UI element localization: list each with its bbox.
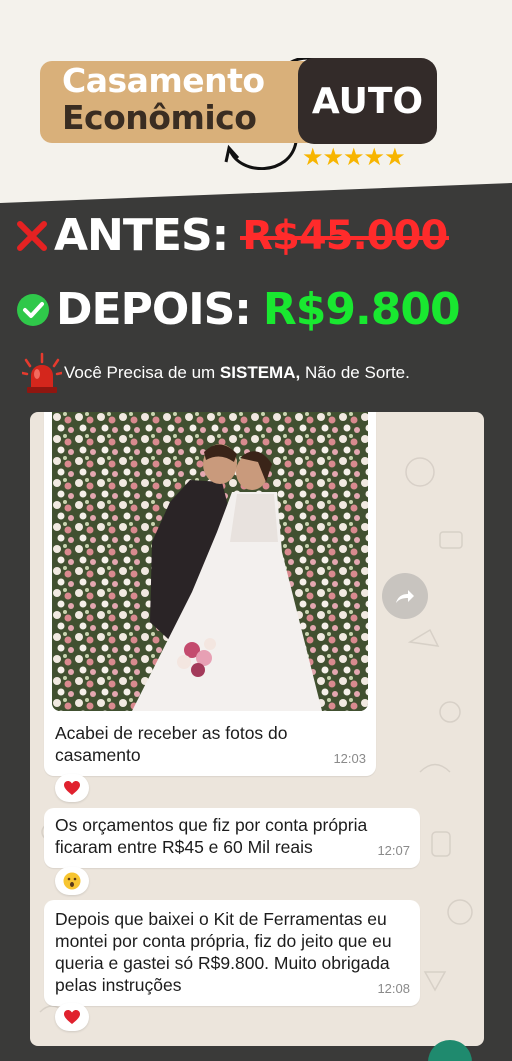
chat-screenshot: Acabei de receber as fotos do casamento … <box>30 412 484 1046</box>
message-text-2: Os orçamentos que fiz por conta própria … <box>55 815 368 857</box>
message-text-3: Depois que baixei o Kit de Ferramentas e… <box>55 909 392 995</box>
red-x-icon <box>17 220 47 251</box>
surprised-face-icon <box>63 872 81 890</box>
brand-logo: Casamento Econômico AUTO ★★★★★ <box>40 58 440 171</box>
tagline-prefix: Você Precisa de um <box>64 363 220 382</box>
message-photo[interactable]: Acabei de receber as fotos do casamento … <box>44 412 376 776</box>
reaction-heart-2[interactable] <box>55 1003 89 1031</box>
forward-button[interactable] <box>382 573 428 619</box>
price-before-value: R$45.000 <box>240 212 450 259</box>
reaction-surprised[interactable] <box>55 867 89 895</box>
tagline-suffix: Não de Sorte. <box>300 363 410 382</box>
logo-line-2: Econômico <box>62 98 257 137</box>
wedding-photo[interactable] <box>52 412 368 711</box>
message-time-3: 12:08 <box>377 981 410 996</box>
price-before-label: ANTES: <box>54 210 229 261</box>
message-time-1: 12:03 <box>333 751 366 766</box>
message-text-1: Acabei de receber as fotos do casamento <box>55 723 288 765</box>
forward-icon <box>396 590 414 603</box>
green-check-icon <box>17 293 49 326</box>
message-3[interactable]: Depois que baixei o Kit de Ferramentas e… <box>44 900 420 1006</box>
rating-stars: ★★★★★ <box>302 144 406 171</box>
price-after-row: DEPOIS: R$9.800 <box>16 284 461 335</box>
price-after-value: R$9.800 <box>262 284 461 335</box>
tagline: Você Precisa de um SISTEMA, Não de Sorte… <box>22 352 410 394</box>
message-2[interactable]: Os orçamentos que fiz por conta própria … <box>44 808 420 868</box>
logo-auto-badge: AUTO <box>298 58 437 144</box>
price-after-label: DEPOIS: <box>56 284 252 335</box>
heart-icon <box>64 781 80 795</box>
tagline-bold: SISTEMA, <box>219 363 301 382</box>
logo-line-1: Casamento <box>62 61 265 100</box>
reaction-heart-1[interactable] <box>55 774 89 802</box>
message-time-2: 12:07 <box>377 843 410 858</box>
price-before-row: ANTES: R$45.000 <box>16 210 450 261</box>
siren-icon <box>22 352 62 393</box>
heart-icon <box>64 1010 80 1024</box>
